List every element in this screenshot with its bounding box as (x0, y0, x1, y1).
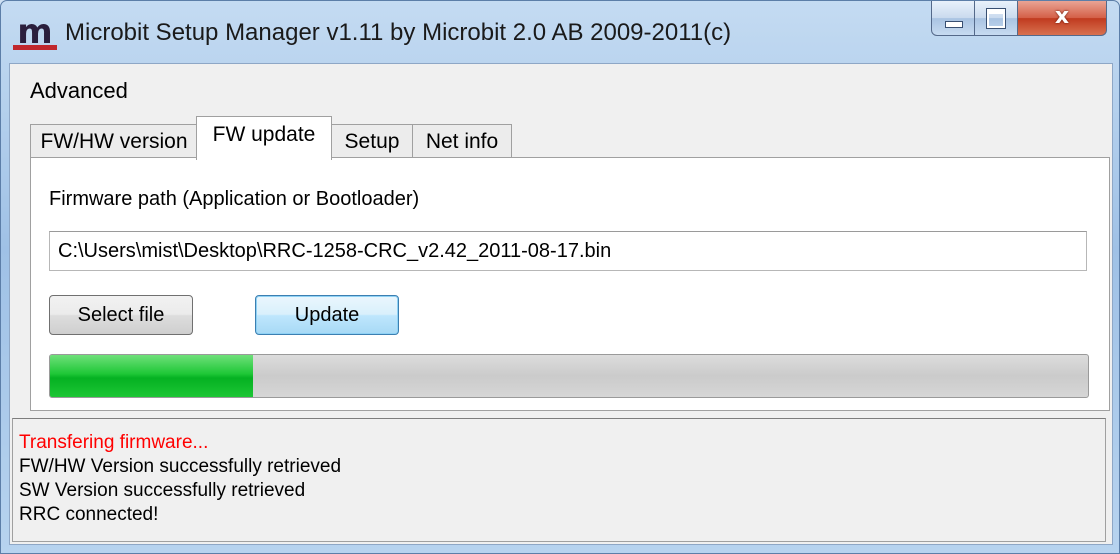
progress-fill (50, 355, 254, 397)
minimize-icon (945, 21, 963, 28)
tab-fw-hw-version[interactable]: FW/HW version (30, 124, 198, 159)
caption-buttons: x (931, 1, 1107, 37)
minimize-button[interactable] (931, 1, 975, 36)
menu-advanced[interactable]: Advanced (30, 78, 128, 104)
menu-bar: Advanced (10, 64, 1112, 112)
update-button[interactable]: Update (255, 295, 399, 335)
title-bar[interactable]: m Microbit Setup Manager v1.11 by Microb… (1, 1, 1119, 63)
client-area: Advanced FW/HW version FW update Setup N… (9, 63, 1113, 545)
close-button[interactable]: x (1018, 1, 1107, 36)
log-line: RRC connected! (19, 504, 159, 525)
log-line: SW Version successfully retrieved (19, 480, 306, 501)
status-log[interactable]: Transfering firmware... FW/HW Version suc… (12, 418, 1106, 542)
maximize-button[interactable] (975, 1, 1018, 36)
firmware-path-label: Firmware path (Application or Bootloader… (49, 188, 420, 210)
update-progress-bar (49, 354, 1089, 398)
maximize-icon (986, 8, 1006, 29)
firmware-path-input[interactable] (49, 231, 1087, 271)
log-line: FW/HW Version successfully retrieved (19, 456, 342, 477)
log-line: Transfering firmware... (19, 432, 209, 453)
window-title: Microbit Setup Manager v1.11 by Microbit… (65, 19, 732, 46)
tab-fw-update[interactable]: FW update (196, 116, 332, 160)
select-file-button[interactable]: Select file (49, 295, 193, 335)
app-window: m Microbit Setup Manager v1.11 by Microb… (0, 0, 1120, 554)
microbit-logo-icon: m (13, 15, 57, 51)
tab-net-info[interactable]: Net info (412, 124, 512, 159)
logo-letter: m (17, 15, 52, 51)
tab-setup[interactable]: Setup (331, 124, 413, 159)
close-icon: x (1054, 4, 1070, 29)
fw-update-panel: Firmware path (Application or Bootloader… (30, 157, 1110, 411)
